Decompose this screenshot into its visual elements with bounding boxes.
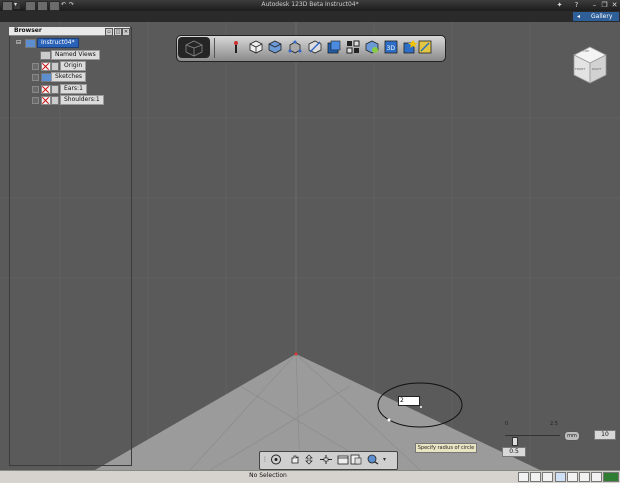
gallery-label: Gallery	[591, 13, 613, 20]
viewcube-front-label: FRONT	[575, 67, 586, 71]
collapse-icon[interactable]: ⊟	[16, 38, 21, 47]
browser-title: Browser	[14, 27, 42, 34]
viewcube[interactable]	[572, 45, 608, 85]
body-icon	[51, 96, 59, 105]
chevron-left-icon: ◂	[577, 13, 581, 20]
ruler-scale-label: 2.5	[550, 421, 558, 427]
shadow-icon[interactable]	[567, 472, 578, 482]
open-icon[interactable]	[37, 1, 48, 11]
svg-text:3D: 3D	[387, 45, 396, 52]
gallery-button[interactable]: ◂ Gallery	[573, 12, 619, 21]
visibility-off-icon[interactable]	[41, 96, 51, 105]
browser-header: Browser ▫ ◫ ✕	[9, 27, 130, 36]
grid-value-field[interactable]: 10	[594, 430, 616, 440]
status-text: No Selection	[249, 472, 287, 479]
tree-item-label[interactable]: Origin	[60, 61, 87, 71]
performance-meter-icon	[603, 472, 619, 482]
toolbar-divider	[214, 38, 215, 58]
redo-icon[interactable]: ↷	[69, 1, 75, 9]
tree-item-label[interactable]: Sketches	[51, 72, 87, 82]
ruler-zero-label: 0	[505, 421, 509, 427]
chevron-down-icon[interactable]: ▾	[383, 454, 389, 465]
construct-icon[interactable]	[288, 40, 302, 54]
snap-value-field[interactable]: 0.5	[502, 447, 526, 457]
view-window-icon[interactable]	[350, 454, 362, 465]
transform-icon[interactable]	[232, 40, 240, 54]
save-icon[interactable]	[49, 1, 60, 11]
combine-icon[interactable]	[365, 40, 379, 54]
restore-icon[interactable]: ❐	[600, 1, 609, 9]
new-icon[interactable]	[25, 1, 36, 11]
folder-icon	[51, 62, 59, 71]
viewcube-right-label: RIGHT	[592, 67, 602, 71]
tree-item-label[interactable]: Shoulders:1	[60, 95, 104, 105]
pin-icon[interactable]: ▫	[105, 28, 113, 36]
expand-icon[interactable]	[32, 63, 39, 70]
expand-icon[interactable]	[32, 97, 39, 104]
gallery-bar	[0, 11, 620, 22]
float-icon[interactable]: ◫	[114, 28, 122, 36]
sketch-icon[interactable]	[268, 40, 282, 54]
viewcube-top-label: TOP	[583, 49, 590, 53]
expand-icon[interactable]	[32, 74, 39, 81]
pattern-icon[interactable]	[327, 40, 341, 54]
app-menu-icon[interactable]	[2, 1, 13, 11]
primitives-icon[interactable]	[249, 40, 263, 54]
close-icon[interactable]: ✕	[610, 1, 619, 9]
undo-icon[interactable]: ↶	[61, 1, 67, 9]
title-bar: Autodesk 123D Beta Instruct04*	[0, 0, 620, 11]
ruler-line	[505, 435, 560, 436]
folder-icon	[40, 51, 51, 60]
zoom-icon[interactable]	[303, 454, 317, 465]
measure-icon[interactable]: 3D	[384, 40, 398, 54]
component-icon	[25, 39, 36, 48]
modify-icon[interactable]	[308, 40, 322, 54]
logo-cube-icon[interactable]	[178, 37, 210, 58]
app-menu-arrow-icon[interactable]: ▾	[14, 1, 20, 9]
tree-item-label[interactable]: Ears:1	[60, 84, 87, 94]
help-icon[interactable]: ?	[572, 1, 581, 9]
tree-root-label[interactable]: Instruct04*	[37, 38, 79, 48]
look-at-icon[interactable]	[366, 454, 380, 465]
expand-icon[interactable]	[32, 86, 39, 93]
radius-input[interactable]: 2	[398, 396, 420, 406]
layout-icon[interactable]	[518, 472, 529, 482]
material-icon[interactable]	[418, 40, 432, 54]
navbar-grip-icon[interactable]: ⋮	[262, 454, 268, 465]
page-icon[interactable]	[530, 472, 541, 482]
zoom-window-icon[interactable]	[319, 454, 333, 465]
ruler-slider[interactable]	[512, 437, 518, 446]
body-icon	[51, 85, 59, 94]
display-mode-icon[interactable]	[555, 472, 566, 482]
tooltip: Specify radius of circle	[415, 443, 477, 453]
snap-icon[interactable]	[579, 472, 590, 482]
fit-icon[interactable]	[337, 454, 349, 465]
close-panel-icon[interactable]: ✕	[122, 28, 130, 36]
settings-icon[interactable]	[591, 472, 602, 482]
visibility-off-icon[interactable]	[41, 62, 51, 71]
minimize-icon[interactable]: –	[590, 1, 599, 9]
grid-toggle-icon[interactable]	[542, 472, 553, 482]
tree-item-label[interactable]: Named Views	[51, 50, 100, 60]
pan-icon[interactable]	[289, 454, 303, 465]
grouping-icon[interactable]	[346, 40, 360, 54]
unit-button[interactable]: mm	[564, 431, 580, 441]
window-title: Autodesk 123D Beta Instruct04*	[261, 1, 359, 8]
visibility-off-icon[interactable]	[41, 85, 51, 94]
orbit-icon[interactable]	[270, 454, 284, 465]
text-icon[interactable]	[403, 40, 418, 54]
app-switch-icon[interactable]: ✦	[555, 1, 564, 9]
